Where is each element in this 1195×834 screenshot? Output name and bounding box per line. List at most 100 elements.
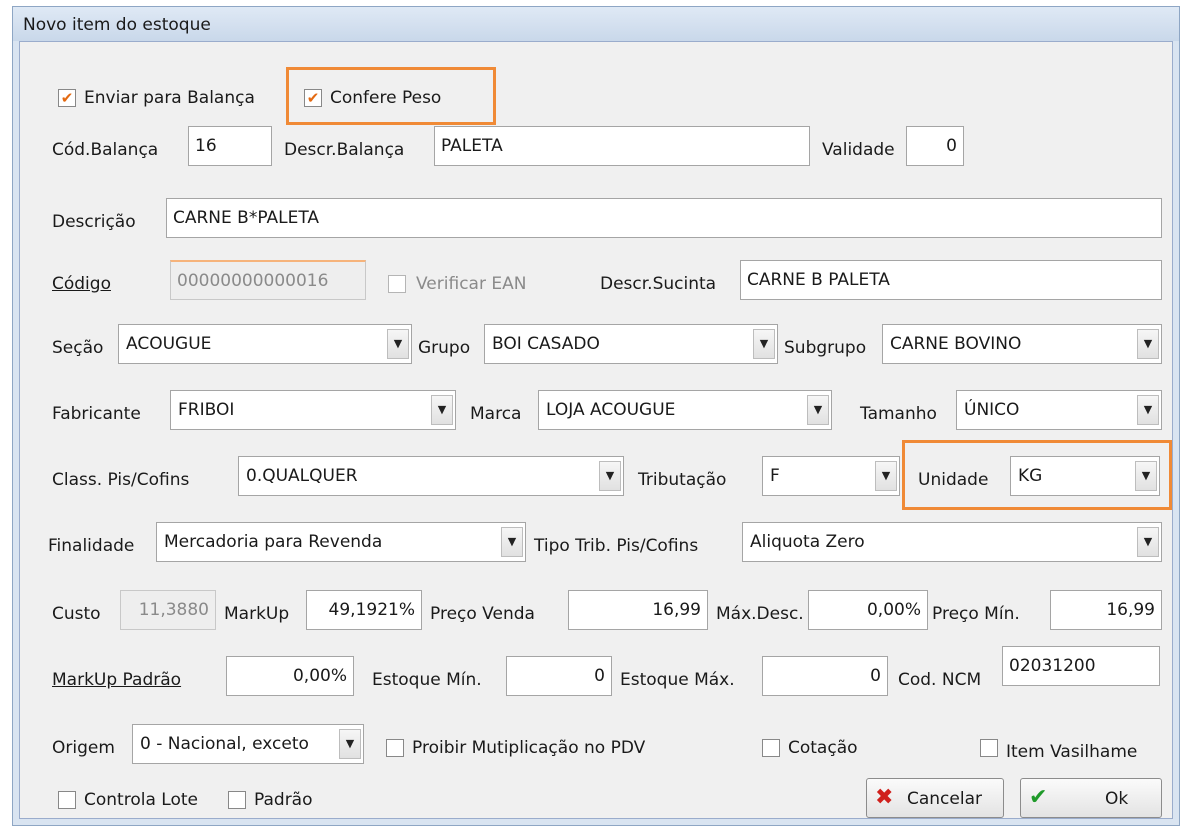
cod-balanca-input[interactable]: 16 xyxy=(188,126,272,166)
marca-value: LOJA ACOUGUE xyxy=(546,400,676,420)
proibir-mult-checkbox[interactable] xyxy=(386,739,404,757)
dialog-body: ✔ Enviar para Balança ✔ Confere Peso Cód… xyxy=(19,41,1173,819)
estoque-max-label: Estoque Máx. xyxy=(620,670,735,690)
tributacao-value: F xyxy=(770,466,780,486)
estoque-max-input[interactable]: 0 xyxy=(762,656,888,696)
class-pis-select[interactable]: 0.QUALQUER ▼ xyxy=(238,456,624,496)
tamanho-value: ÚNICO xyxy=(964,400,1020,420)
cancel-button-label: Cancelar xyxy=(907,789,982,809)
ok-button[interactable]: ✔ Ok xyxy=(1020,778,1162,818)
markup-padrao-link[interactable]: MarkUp Padrão xyxy=(52,670,181,690)
fabricante-select[interactable]: FRIBOI ▼ xyxy=(170,390,456,430)
origem-select[interactable]: 0 - Nacional, exceto ▼ xyxy=(132,724,364,764)
estoque-min-input[interactable]: 0 xyxy=(506,656,612,696)
chevron-down-icon[interactable]: ▼ xyxy=(339,729,361,759)
grupo-select[interactable]: BOI CASADO ▼ xyxy=(484,324,778,364)
grupo-value: BOI CASADO xyxy=(492,334,600,354)
controla-lote-label: Controla Lote xyxy=(84,790,198,810)
finalidade-select[interactable]: Mercadoria para Revenda ▼ xyxy=(156,522,526,562)
verificar-ean-checkbox[interactable] xyxy=(388,275,406,293)
validade-label: Validade xyxy=(822,140,895,160)
descr-balanca-input[interactable]: PALETA xyxy=(434,126,810,166)
markup-input[interactable]: 49,1921% xyxy=(306,590,422,630)
tributacao-select[interactable]: F ▼ xyxy=(762,456,900,496)
subgrupo-value: CARNE BOVINO xyxy=(890,334,1022,354)
chevron-down-icon[interactable]: ▼ xyxy=(599,461,621,491)
cod-ncm-label: Cod. NCM xyxy=(898,670,982,690)
unidade-value: KG xyxy=(1018,466,1043,486)
markup-padrao-input[interactable]: 0,00% xyxy=(226,656,354,696)
class-pis-label: Class. Pis/Cofins xyxy=(52,470,190,490)
tipo-trib-label: Tipo Trib. Pis/Cofins xyxy=(534,536,699,556)
ok-button-label: Ok xyxy=(1105,789,1129,809)
tipo-trib-select[interactable]: Aliquota Zero ▼ xyxy=(742,522,1162,562)
marca-select[interactable]: LOJA ACOUGUE ▼ xyxy=(538,390,832,430)
estoque-min-label: Estoque Mín. xyxy=(372,670,482,690)
validade-input[interactable]: 0 xyxy=(906,126,964,166)
title-bar[interactable]: Novo item do estoque xyxy=(13,7,1179,41)
item-vasilhame-label: Item Vasilhame xyxy=(1006,742,1138,762)
finalidade-label: Finalidade xyxy=(48,536,135,556)
chevron-down-icon[interactable]: ▼ xyxy=(387,329,409,359)
cancel-button[interactable]: ✖ Cancelar xyxy=(866,778,1004,818)
cotacao-checkbox[interactable] xyxy=(762,739,780,757)
check-icon: ✔ xyxy=(306,89,320,107)
max-desc-input[interactable]: 0,00% xyxy=(808,590,928,630)
controla-lote-checkbox[interactable] xyxy=(58,791,76,809)
confere-peso-checkbox[interactable]: ✔ xyxy=(304,89,322,107)
descr-sucinta-input[interactable]: CARNE B PALETA xyxy=(740,260,1162,300)
preco-min-input[interactable]: 16,99 xyxy=(1050,590,1162,630)
secao-value: ACOUGUE xyxy=(126,334,212,354)
fabricante-label: Fabricante xyxy=(52,404,141,424)
tamanho-select[interactable]: ÚNICO ▼ xyxy=(956,390,1162,430)
max-desc-label: Máx.Desc. xyxy=(716,604,804,624)
enviar-balanca-checkbox[interactable]: ✔ xyxy=(58,89,76,107)
fabricante-value: FRIBOI xyxy=(178,400,235,420)
close-icon: ✖ xyxy=(875,785,894,810)
proibir-mult-label: Proibir Mutiplicação no PDV xyxy=(412,738,646,758)
origem-label: Origem xyxy=(52,738,115,758)
subgrupo-select[interactable]: CARNE BOVINO ▼ xyxy=(882,324,1162,364)
origem-value: 0 - Nacional, exceto xyxy=(140,734,309,754)
dialog-window: Novo item do estoque ✔ Enviar para Balan… xyxy=(12,6,1180,826)
chevron-down-icon[interactable]: ▼ xyxy=(501,527,523,557)
verificar-ean-label: Verificar EAN xyxy=(416,274,527,294)
chevron-down-icon[interactable]: ▼ xyxy=(431,395,453,425)
preco-min-label: Preço Mín. xyxy=(932,604,1020,624)
tipo-trib-value: Aliquota Zero xyxy=(750,532,865,552)
grupo-label: Grupo xyxy=(418,338,471,358)
enviar-balanca-label: Enviar para Balança xyxy=(84,88,255,108)
chevron-down-icon[interactable]: ▼ xyxy=(875,461,897,491)
cod-balanca-label: Cód.Balança xyxy=(52,140,159,160)
subgrupo-label: Subgrupo xyxy=(784,338,867,358)
preco-venda-input[interactable]: 16,99 xyxy=(568,590,708,630)
secao-label: Seção xyxy=(52,338,104,358)
check-icon: ✔ xyxy=(60,89,74,107)
custo-label: Custo xyxy=(52,604,101,624)
chevron-down-icon[interactable]: ▼ xyxy=(807,395,829,425)
codigo-input[interactable]: 00000000000016 xyxy=(170,260,366,300)
descricao-label: Descrição xyxy=(52,212,136,232)
chevron-down-icon[interactable]: ▼ xyxy=(1137,527,1159,557)
padrao-label: Padrão xyxy=(254,790,313,810)
check-icon: ✔ xyxy=(1029,785,1048,810)
custo-input[interactable]: 11,3880 xyxy=(120,590,216,630)
unidade-label: Unidade xyxy=(918,470,989,490)
padrao-checkbox[interactable] xyxy=(228,791,246,809)
marca-label: Marca xyxy=(470,404,522,424)
chevron-down-icon[interactable]: ▼ xyxy=(1137,329,1159,359)
chevron-down-icon[interactable]: ▼ xyxy=(1135,461,1157,491)
chevron-down-icon[interactable]: ▼ xyxy=(753,329,775,359)
cod-ncm-input[interactable]: 02031200 xyxy=(1002,646,1160,686)
unidade-select[interactable]: KG ▼ xyxy=(1010,456,1160,496)
tributacao-label: Tributação xyxy=(638,470,727,490)
codigo-link[interactable]: Código xyxy=(52,274,111,294)
item-vasilhame-checkbox[interactable] xyxy=(980,739,998,757)
descricao-input[interactable]: CARNE B*PALETA xyxy=(166,198,1162,238)
secao-select[interactable]: ACOUGUE ▼ xyxy=(118,324,412,364)
cotacao-label: Cotação xyxy=(788,738,858,758)
descr-sucinta-label: Descr.Sucinta xyxy=(600,274,717,294)
preco-venda-label: Preço Venda xyxy=(430,604,535,624)
finalidade-value: Mercadoria para Revenda xyxy=(164,532,383,552)
chevron-down-icon[interactable]: ▼ xyxy=(1137,395,1159,425)
